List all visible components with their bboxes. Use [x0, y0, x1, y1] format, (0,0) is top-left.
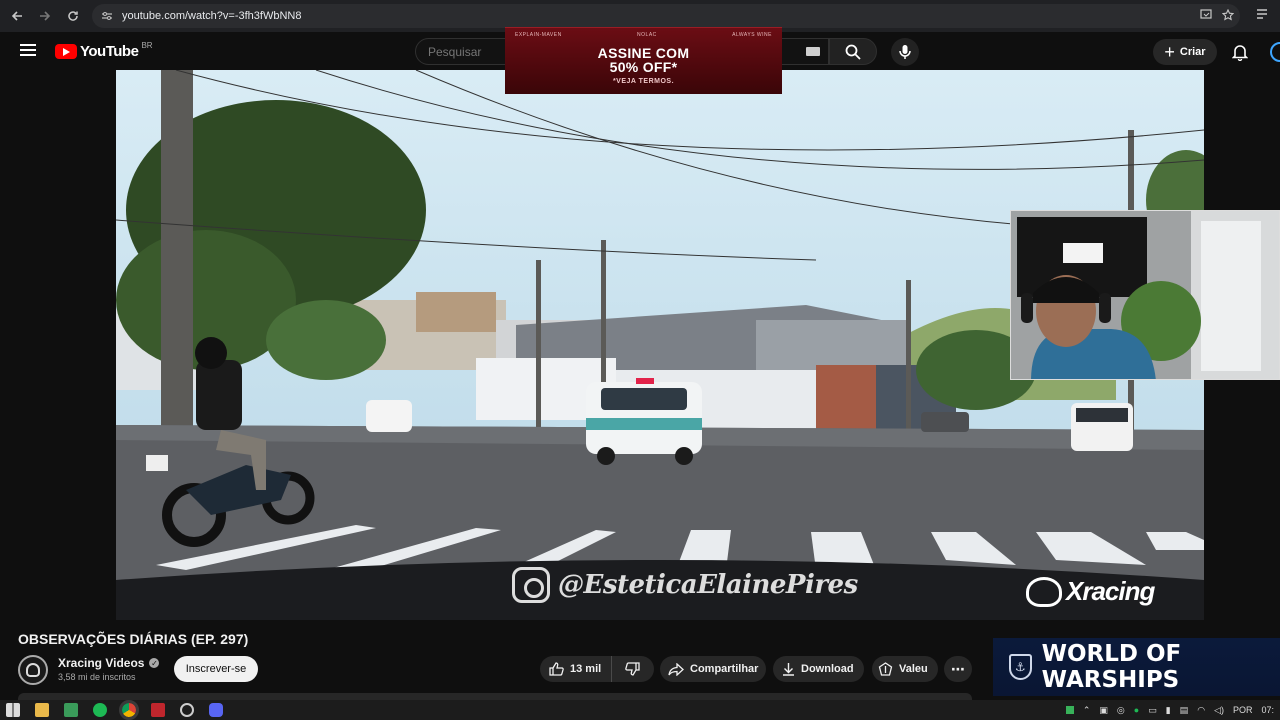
helmet-icon	[1026, 576, 1062, 607]
chrome-menu-icon[interactable]	[1256, 8, 1268, 23]
logo-text: YouTube	[80, 43, 139, 60]
voice-search-button[interactable]	[891, 38, 919, 66]
instagram-watermark: @EsteticaElainePires	[512, 567, 858, 603]
tray-steam-icon[interactable]: ◎	[1117, 705, 1125, 716]
channel-name: Xracing Videos	[58, 656, 145, 670]
instagram-icon	[512, 567, 550, 603]
search-icon	[845, 44, 861, 60]
subscriber-count: 3,58 mi de inscritos	[58, 672, 136, 682]
share-label: Compartilhar	[690, 663, 759, 675]
tray-network-icon[interactable]: ▤	[1180, 705, 1189, 716]
ad-top-left: EXPLAIN-MAVEN	[515, 32, 562, 38]
tray-camera-icon[interactable]: ▭	[1148, 705, 1157, 716]
like-dislike-group: 13 mil	[540, 656, 654, 682]
spotify-icon[interactable]	[93, 703, 107, 717]
description-box[interactable]	[18, 693, 972, 700]
xracing-text: Xracing	[1066, 576, 1155, 606]
warships-shield-icon: ⚓	[1009, 654, 1032, 680]
youtube-play-icon	[55, 44, 77, 59]
webcam-overlay	[1010, 210, 1280, 380]
ad-subline: *VEJA TERMOS.	[612, 78, 675, 85]
windows-taskbar: ⌃ ▣ ◎ ● ▭ ▮ ▤ ◠ ◁) POR 07:	[0, 700, 1280, 720]
menu-icon[interactable]	[20, 44, 36, 56]
region-code: BR	[141, 41, 153, 50]
share-icon	[668, 662, 684, 676]
channel-name-row[interactable]: Xracing Videos ✓	[58, 656, 160, 670]
search-button[interactable]	[829, 38, 877, 65]
tray-mic-icon[interactable]: ▮	[1166, 705, 1171, 716]
tray-chevron-icon[interactable]: ⌃	[1083, 705, 1091, 716]
thumbs-up-icon	[549, 662, 564, 676]
sidebar-ad-text: WORLD OF WARSHIPS	[1041, 641, 1182, 693]
arrow-right-icon	[40, 11, 51, 21]
tray-volume-icon[interactable]: ◁)	[1214, 705, 1224, 716]
system-tray: ⌃ ▣ ◎ ● ▭ ▮ ▤ ◠ ◁) POR 07:	[1065, 700, 1280, 720]
user-avatar[interactable]	[1270, 42, 1280, 62]
video-title: OBSERVAÇÕES DIÁRIAS (EP. 297)	[18, 631, 249, 647]
file-explorer-icon[interactable]	[35, 703, 49, 717]
plus-icon: +	[1164, 42, 1175, 62]
arrow-left-icon	[11, 11, 22, 21]
subscribe-button[interactable]: Inscrever-se	[174, 656, 258, 682]
tray-green-icon[interactable]	[1065, 706, 1074, 714]
tray-language[interactable]: POR	[1233, 705, 1253, 715]
tray-clock[interactable]: 07:	[1261, 705, 1274, 715]
channel-avatar[interactable]	[18, 655, 48, 685]
forward-button[interactable]	[34, 5, 56, 27]
cast-icon[interactable]	[1200, 9, 1212, 23]
tray-bag-icon[interactable]: ▣	[1099, 705, 1108, 716]
reload-icon	[68, 11, 78, 21]
dislike-button[interactable]	[612, 656, 652, 682]
youtube-logo[interactable]: YouTube BR	[55, 41, 153, 60]
clock-app-icon[interactable]	[180, 703, 194, 717]
ad-headline-2: 50% OFF*	[609, 59, 678, 75]
tray-spotify-icon[interactable]: ●	[1134, 705, 1139, 715]
download-button[interactable]: Download	[773, 656, 864, 682]
store-icon[interactable]	[64, 703, 78, 717]
screen: youtube.com/watch?v=-3fh3fWbNN8 YouTube …	[0, 0, 1280, 720]
download-label: Download	[801, 663, 854, 675]
xracing-logo: Xracing	[1026, 576, 1155, 607]
super-thanks-icon	[878, 661, 893, 676]
create-label: Criar	[1179, 46, 1206, 58]
reload-button[interactable]	[62, 5, 84, 27]
chrome-icon[interactable]	[119, 700, 139, 720]
ad-headline-1: ASSINE COM	[597, 45, 690, 61]
thumbs-down-icon	[624, 662, 640, 676]
discord-icon[interactable]	[209, 703, 223, 717]
bookmark-star-icon[interactable]	[1221, 8, 1235, 24]
site-settings-icon[interactable]	[100, 9, 114, 23]
watermark-text: @EsteticaElainePires	[558, 570, 858, 600]
tray-wifi-icon[interactable]: ◠	[1197, 705, 1205, 716]
more-actions-button[interactable]: ⋯	[944, 656, 972, 682]
windows-start-icon[interactable]	[6, 703, 20, 717]
url-text: youtube.com/watch?v=-3fh3fWbNN8	[122, 10, 302, 22]
microphone-icon	[899, 45, 911, 59]
like-button[interactable]: 13 mil	[540, 656, 612, 682]
app-red-icon[interactable]	[151, 703, 165, 717]
notifications-button[interactable]	[1230, 42, 1250, 62]
more-actions-icon: ⋯	[951, 660, 965, 677]
keyboard-icon[interactable]	[806, 47, 820, 56]
thanks-label: Valeu	[899, 663, 928, 675]
ad-top-center: NOLAC	[637, 32, 657, 38]
share-button[interactable]: Compartilhar	[660, 656, 766, 682]
thanks-button[interactable]: Valeu	[872, 656, 938, 682]
like-count: 13 mil	[570, 663, 602, 675]
promo-banner[interactable]: EXPLAIN-MAVEN NOLAC ALWAYS WINE ASSINE C…	[505, 27, 782, 94]
ad-top-right: ALWAYS WINE	[732, 32, 772, 38]
address-bar[interactable]: youtube.com/watch?v=-3fh3fWbNN8	[92, 4, 1240, 28]
verified-badge-icon: ✓	[149, 658, 160, 668]
download-icon	[783, 663, 794, 676]
back-button[interactable]	[6, 5, 28, 27]
bell-icon	[1232, 44, 1248, 61]
sidebar-ad-world-of-warships[interactable]: ⚓ WORLD OF WARSHIPS	[993, 638, 1280, 696]
create-button[interactable]: + Criar	[1153, 39, 1217, 65]
